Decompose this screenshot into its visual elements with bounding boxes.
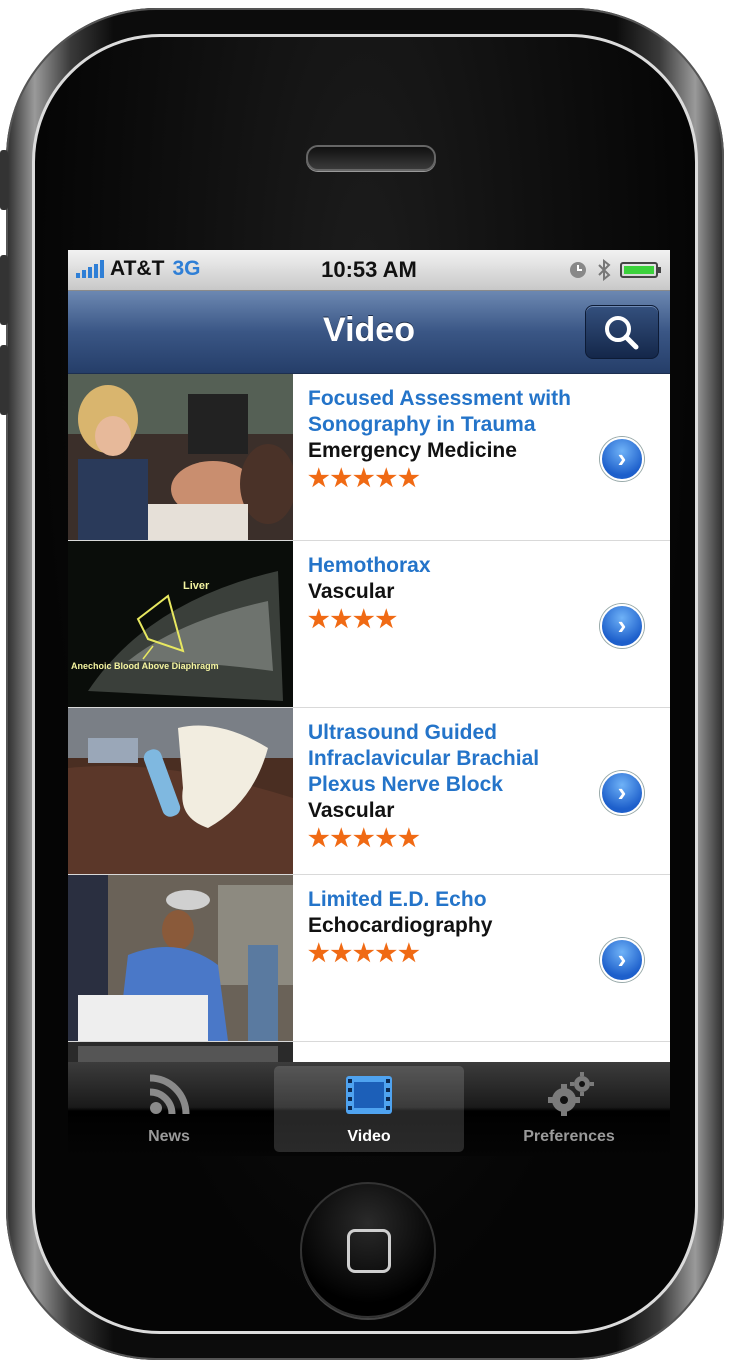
home-button[interactable] [300,1182,436,1318]
navigation-bar: Video [68,291,670,374]
list-item[interactable]: Ultrasound Guided Infraclavicular Brachi… [68,708,670,875]
video-text-block: Ultrasound Guided Infraclavicular Brachi… [308,720,608,854]
video-title: Hemothorax [308,554,431,577]
video-category: Vascular [308,799,395,822]
list-item[interactable]: Limited E.D. Echo Echocardiography ★★★★★… [68,875,670,1042]
video-rating: ★★★★★ [308,825,421,852]
battery-icon [620,262,661,278]
thumb-label-blood: Anechoic Blood Above Diaphragm [71,661,219,671]
video-rating: ★★★★★ [308,465,421,492]
tab-preferences[interactable]: Preferences [474,1066,664,1152]
film-icon [346,1076,392,1114]
chevron-right-icon: › [617,777,627,807]
detail-disclosure-button[interactable]: › [600,938,644,982]
mute-switch [0,150,8,210]
alarm-icon [570,262,586,278]
tab-video-label: Video [347,1128,391,1145]
status-icons [568,259,662,281]
bluetooth-icon [598,259,611,281]
tab-news[interactable]: News [74,1066,264,1152]
video-title: Focused Assessment with Sonography in Tr… [308,387,571,436]
chevron-right-icon: › [617,610,627,640]
search-icon [605,316,639,350]
thumb-label-liver: Liver [183,580,210,592]
video-rating: ★★★★ [308,606,399,633]
chevron-right-icon: › [617,944,627,974]
video-thumbnail [68,875,293,1041]
video-title: Limited E.D. Echo [308,888,487,911]
video-thumbnail [68,708,293,874]
tab-video[interactable]: Video [274,1066,464,1152]
video-category: Emergency Medicine [308,439,517,462]
detail-disclosure-button[interactable]: › [600,437,644,481]
volume-down-button [0,345,8,415]
search-button[interactable] [585,305,659,359]
video-title: Ultrasound Guided Infraclavicular Brachi… [308,721,540,796]
detail-disclosure-button[interactable]: › [600,771,644,815]
list-item[interactable]: Liver Anechoic Blood Above Diaphragm Hem… [68,541,670,708]
earpiece-speaker [306,145,436,171]
tab-bar: News Video Preferences [68,1062,670,1156]
video-thumbnail: Liver Anechoic Blood Above Diaphragm [68,541,293,707]
video-category: Echocardiography [308,914,493,937]
video-rating: ★★★★★ [308,940,421,967]
rss-icon [149,1074,190,1115]
video-category: Vascular [308,580,395,603]
volume-up-button [0,255,8,325]
gears-icon [548,1072,594,1116]
video-text-block: Limited E.D. Echo Echocardiography ★★★★★ [308,887,608,969]
list-item[interactable]: Focused Assessment with Sonography in Tr… [68,374,670,541]
page-title: Video [323,311,415,349]
tab-preferences-label: Preferences [523,1128,615,1145]
tab-news-label: News [148,1128,190,1145]
chevron-right-icon: › [617,443,627,473]
video-thumbnail [68,374,293,540]
video-list: Focused Assessment with Sonography in Tr… [68,374,670,1072]
detail-disclosure-button[interactable]: › [600,604,644,648]
home-square-icon [347,1229,391,1273]
screen: AT&T 3G 10:53 AM Video Focused Assessmen… [68,250,670,1156]
status-bar: AT&T 3G 10:53 AM [68,250,670,291]
video-text-block: Hemothorax Vascular ★★★★ [308,553,608,635]
video-text-block: Focused Assessment with Sonography in Tr… [308,386,608,494]
